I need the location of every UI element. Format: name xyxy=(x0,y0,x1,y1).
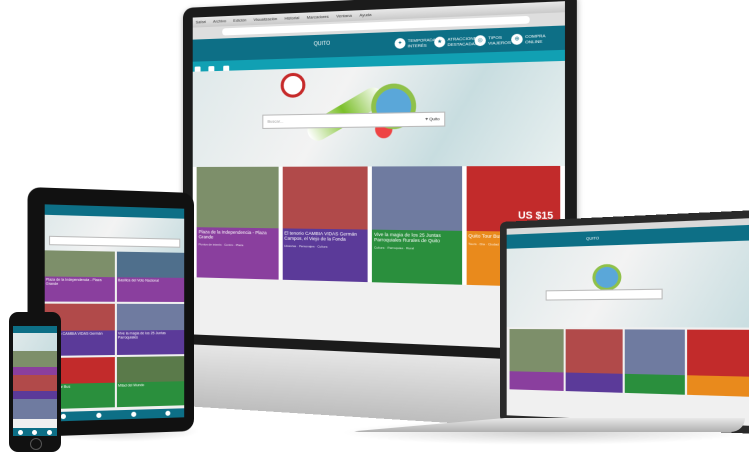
menu-item[interactable]: Ayuda xyxy=(359,12,371,18)
card[interactable]: Vive la magia de los 25 Juntas Parroquia… xyxy=(371,166,462,285)
menu-item[interactable]: Historial xyxy=(284,15,299,21)
home-button[interactable] xyxy=(30,438,42,450)
card-title: El tenorio CAMBIA VIDAS Germán Campos, e… xyxy=(284,230,357,242)
card[interactable]: Mitad del Mundo xyxy=(116,355,185,408)
header-item-sub: ONLINE xyxy=(525,38,543,45)
menu-item[interactable]: Safari xyxy=(196,19,206,24)
star-icon: ★ xyxy=(434,36,446,48)
card-image xyxy=(44,250,115,278)
search-input[interactable] xyxy=(48,235,181,248)
menu-item[interactable]: Edición xyxy=(233,17,246,23)
star-icon[interactable] xyxy=(95,412,101,419)
card[interactable]: Basílica del Voto Nacional xyxy=(116,251,185,303)
card-caption: El tenorio CAMBIA VIDAS Germán Campos, e… xyxy=(282,228,368,283)
card-title: Vive la magia de los 25 Juntas Parroquia… xyxy=(116,329,185,355)
card-caption: Vive la magia de los 25 Juntas Parroquia… xyxy=(371,229,462,285)
card[interactable]: Plaza de la Independencia - Plaza Grande xyxy=(44,250,115,303)
header-item-temporadas[interactable]: ✦ TEMPORADAS INTERÉS xyxy=(394,35,439,51)
laptop: QUITO xyxy=(500,209,749,435)
site-logo[interactable]: QUITO xyxy=(586,235,599,241)
card-caption xyxy=(13,367,57,375)
hero-image xyxy=(345,64,444,157)
card-caption: Plaza de la Independencia - Plaza Grande… xyxy=(196,227,279,280)
star-icon[interactable] xyxy=(32,429,38,435)
hero-banner xyxy=(13,333,57,351)
compass-icon: ◎ xyxy=(474,35,486,47)
card-grid xyxy=(509,329,749,397)
header-item-atracciones[interactable]: ★ ATRACCIONES DESTACADAS xyxy=(434,33,480,50)
cart-icon[interactable] xyxy=(47,429,53,435)
card-meta: Cultura · Parroquias · Rural xyxy=(374,245,414,251)
card-image[interactable] xyxy=(13,351,57,367)
card-image xyxy=(116,355,185,383)
hero-banner xyxy=(506,240,749,328)
site-header xyxy=(13,326,57,333)
search-input[interactable] xyxy=(545,288,663,301)
card[interactable] xyxy=(509,329,564,391)
card-image xyxy=(196,166,279,229)
card-image[interactable] xyxy=(13,399,57,419)
card-meta: Puntos de interés · Centro · Plaza xyxy=(198,242,244,248)
menu-item[interactable]: Ventana xyxy=(336,13,352,19)
tablet-screen: Plaza de la Independencia - Plaza Grande… xyxy=(44,204,185,422)
menu-item[interactable]: Marcadores xyxy=(307,14,329,20)
search-placeholder: Buscar... xyxy=(267,118,284,124)
phone xyxy=(9,312,61,452)
site-logo[interactable]: QUITO xyxy=(314,41,330,48)
menu-item[interactable]: Archivo xyxy=(213,18,226,24)
menu-item[interactable]: Visualización xyxy=(254,16,278,22)
location-label[interactable]: ⌖ Quito xyxy=(425,116,439,122)
header-item-sub: VIAJEROS xyxy=(488,39,511,46)
card[interactable] xyxy=(565,329,623,393)
brand-logo xyxy=(280,72,306,98)
bottom-nav xyxy=(44,408,185,422)
bottom-nav xyxy=(13,428,57,436)
card-title: Plaza de la Independencia - Plaza Grande xyxy=(44,276,115,303)
card-title: Basílica del Voto Nacional xyxy=(116,277,185,303)
card-image xyxy=(116,304,185,331)
card-image xyxy=(371,166,462,231)
home-icon[interactable] xyxy=(17,429,23,435)
card-title: Mitad del Mundo xyxy=(116,381,185,408)
card[interactable]: Plaza de la Independencia - Plaza Grande… xyxy=(196,166,279,280)
laptop-screen: QUITO xyxy=(506,218,749,426)
card-caption xyxy=(13,391,57,399)
cart-icon[interactable] xyxy=(164,410,170,416)
card-meta: Historias · Personajes · Cultura xyxy=(284,243,328,249)
card[interactable]: Vive la magia de los 25 Juntas Parroquia… xyxy=(116,304,185,355)
card-grid: Plaza de la Independencia - Plaza Grande… xyxy=(44,250,185,410)
search-input[interactable]: Buscar... ⌖ Quito xyxy=(262,111,446,129)
header-item-tipos[interactable]: ◎ TIPOS VIAJEROS xyxy=(474,32,511,48)
compass-icon[interactable] xyxy=(130,411,136,417)
card[interactable] xyxy=(624,329,685,395)
card-image xyxy=(282,166,368,230)
phone-screen xyxy=(13,326,57,436)
card-title: Vive la magia de los 25 Juntas Parroquia… xyxy=(374,231,441,244)
hero-banner: Buscar... ⌖ Quito xyxy=(192,60,565,167)
card-image xyxy=(116,251,185,279)
header-item-compra[interactable]: ⊕ COMPRA ONLINE xyxy=(511,31,546,48)
card-title: Plaza de la Independencia - Plaza Grande xyxy=(198,229,267,240)
ticket-icon: ✦ xyxy=(394,37,406,49)
card[interactable]: El tenorio CAMBIA VIDAS Germán Campos, e… xyxy=(282,166,368,283)
hero-banner xyxy=(44,214,185,253)
location-value: Quito xyxy=(429,115,440,122)
card[interactable] xyxy=(687,329,749,397)
cart-icon: ⊕ xyxy=(511,33,523,46)
card-image[interactable] xyxy=(13,375,57,391)
